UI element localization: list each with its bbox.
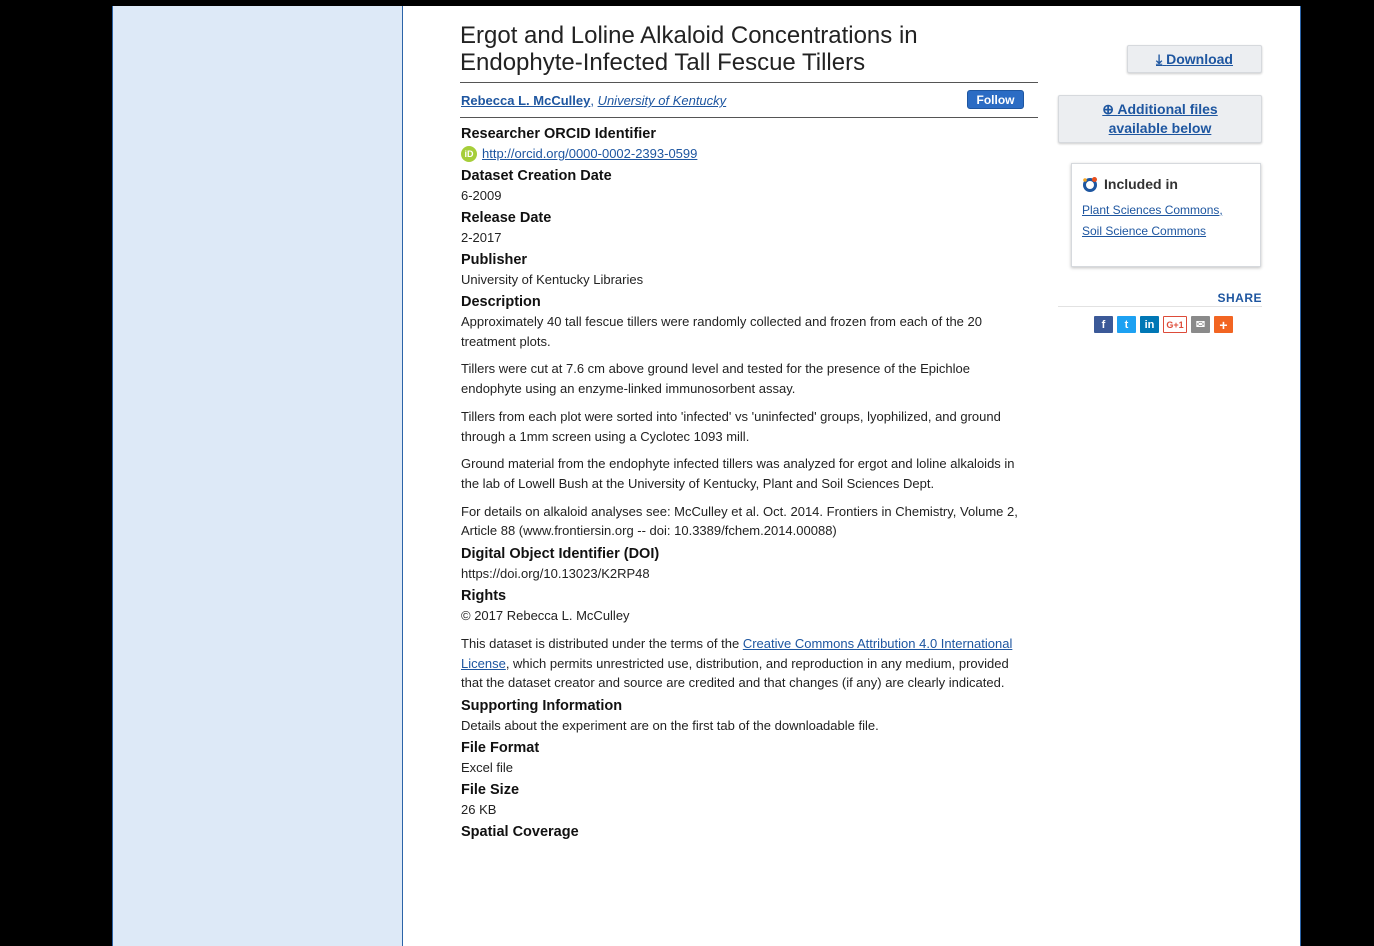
author-name-link[interactable]: Rebecca L. McCulley: [461, 93, 590, 108]
download-button[interactable]: ⤓ Download: [1127, 45, 1262, 73]
orcid-icon: iD: [461, 146, 477, 162]
spatial-coverage-label: Spatial Coverage: [461, 824, 579, 841]
main-content: Ergot and Loline Alkaloid Concentrations…: [460, 22, 1038, 842]
included-in-label: Included in: [1104, 176, 1178, 192]
file-size-field: File Size 26 KB: [461, 778, 1038, 820]
included-in-box: Included in Plant Sciences Commons, Soil…: [1071, 163, 1261, 267]
file-format-field: File Format Excel file: [461, 736, 1038, 778]
description-paragraph: Approximately 40 tall fescue tillers wer…: [461, 314, 982, 349]
title-line-2: Endophyte-Infected Tall Fescue Tillers: [460, 49, 866, 76]
commons-network-icon: [1083, 177, 1097, 192]
description-paragraph: Tillers were cut at 7.6 cm above ground …: [461, 361, 970, 397]
twitter-icon[interactable]: t: [1117, 316, 1136, 333]
share-divider: [1058, 306, 1262, 307]
description-paragraph: Tillers from each plot were sorted into …: [461, 408, 1001, 444]
spatial-coverage-field: Spatial Coverage: [461, 820, 1038, 842]
share-label: SHARE: [1217, 291, 1262, 305]
additional-files-line1: Additional files: [1117, 101, 1218, 117]
linkedin-icon[interactable]: in: [1140, 316, 1159, 333]
publisher-field: Publisher University of Kentucky Librari…: [461, 248, 1038, 290]
arrow-circle-icon: ⊕: [1102, 101, 1114, 117]
page-title: Ergot and Loline Alkaloid Concentrations…: [460, 22, 1038, 83]
doi-value: https://doi.org/10.13023/K2RP48: [461, 566, 650, 582]
publisher-label: Publisher: [461, 252, 528, 268]
download-icon: ⤓: [1156, 51, 1163, 67]
orcid-field: Researcher ORCID Identifier iD http://or…: [461, 122, 1038, 164]
release-date-label: Release Date: [461, 210, 552, 226]
release-date-field: Release Date 2-2017: [461, 206, 1038, 248]
left-sidebar: [113, 6, 403, 946]
author-affiliation-link[interactable]: University of Kentucky: [598, 93, 727, 108]
addthis-plus-icon[interactable]: +: [1214, 316, 1233, 333]
author-row: Rebecca L. McCulley, University of Kentu…: [460, 83, 1038, 118]
rights-text-before: This dataset is distributed under the te…: [461, 636, 743, 652]
plant-sciences-commons-link[interactable]: Plant Sciences Commons,: [1082, 200, 1250, 221]
orcid-link[interactable]: http://orcid.org/0000-0002-2393-0599: [482, 144, 697, 164]
file-size-value: 26 KB: [461, 802, 497, 818]
description-label: Description: [461, 294, 541, 310]
rights-label: Rights: [461, 588, 507, 605]
rights-field: Rights © 2017 Rebecca L. McCulley This d…: [461, 584, 1038, 693]
rights-value: © 2017 Rebecca L. McCulley: [461, 608, 630, 624]
download-label: Download: [1166, 51, 1233, 67]
description-field: Description Approximately 40 tall fescue…: [461, 290, 1038, 541]
supporting-info-value: Details about the experiment are on the …: [461, 718, 879, 734]
creation-date-value: 6-2009: [461, 188, 502, 203]
author-byline: Rebecca L. McCulley, University of Kentu…: [461, 93, 727, 108]
orcid-label: Researcher ORCID Identifier: [461, 126, 657, 142]
facebook-icon[interactable]: f: [1094, 316, 1113, 333]
file-size-label: File Size: [461, 782, 520, 799]
supporting-info-field: Supporting Information Details about the…: [461, 694, 1038, 736]
file-format-label: File Format: [461, 740, 540, 757]
follow-button[interactable]: Follow: [967, 90, 1024, 109]
email-icon[interactable]: ✉: [1191, 316, 1210, 333]
rights-license-text: This dataset is distributed under the te…: [461, 634, 1031, 693]
google-plus-icon[interactable]: G+1: [1163, 316, 1187, 333]
additional-files-button[interactable]: ⊕ Additional files available below: [1058, 95, 1262, 143]
creation-date-field: Dataset Creation Date 6-2009: [461, 164, 1038, 206]
doi-label: Digital Object Identifier (DOI): [461, 546, 660, 563]
page-container: Ergot and Loline Alkaloid Concentrations…: [112, 6, 1301, 946]
share-icons: f t in G+1 ✉ +: [1094, 316, 1233, 333]
supporting-info-label: Supporting Information: [461, 698, 623, 715]
description-paragraph: For details on alkaloid analyses see: Mc…: [461, 503, 1018, 539]
soil-science-commons-link[interactable]: Soil Science Commons: [1082, 221, 1250, 242]
release-date-value: 2-2017: [461, 230, 502, 245]
creation-date-label: Dataset Creation Date: [461, 168, 612, 184]
file-format-value: Excel file: [461, 760, 514, 776]
rights-text-after: , which permits unrestricted use, distri…: [461, 655, 1009, 691]
additional-files-line2: available below: [1108, 120, 1212, 136]
description-paragraph: Ground material from the endophyte infec…: [461, 456, 1015, 491]
doi-field: Digital Object Identifier (DOI) https://…: [461, 542, 1038, 584]
publisher-value: University of Kentucky Libraries: [461, 272, 644, 287]
title-line-1: Ergot and Loline Alkaloid Concentrations…: [460, 22, 918, 49]
